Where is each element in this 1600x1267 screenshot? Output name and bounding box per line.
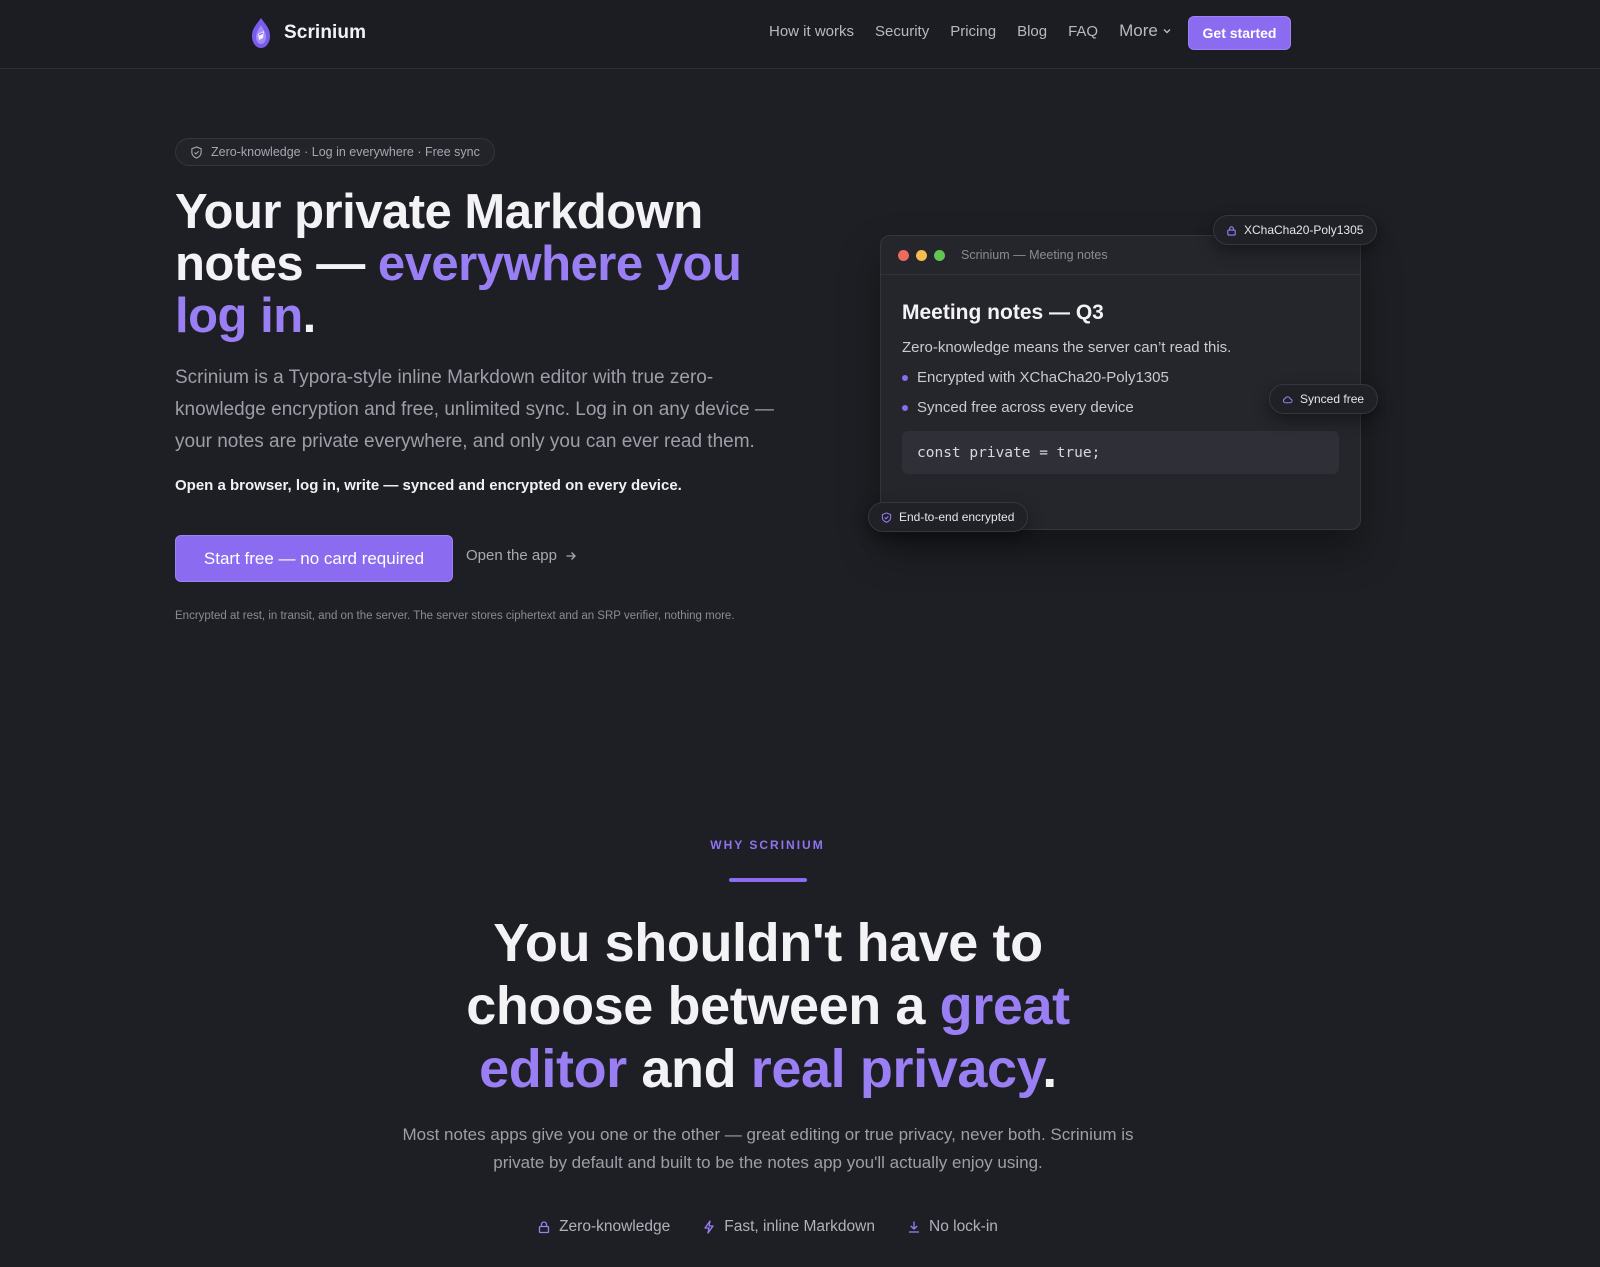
lock-icon [1227, 225, 1236, 236]
synced-badge-label: Synced free [1300, 392, 1365, 406]
cipher-badge: XChaCha20-Poly1305 [1213, 215, 1378, 245]
start-free-button[interactable]: Start free — no card required [175, 535, 453, 582]
feature-zero-knowledge: Zero-knowledge [537, 1218, 670, 1236]
feature-label: No lock-in [929, 1218, 998, 1235]
editor-preview-card: Scrinium — Meeting notes Meeting notes —… [880, 235, 1361, 530]
note-paragraph: Zero-knowledge means the server can’t re… [902, 339, 1232, 356]
window-close-dot [898, 249, 909, 261]
note-heading: Meeting notes — Q3 [902, 301, 1104, 324]
shield-check-icon [191, 145, 202, 159]
why-title-end: . [1042, 1039, 1057, 1099]
hero-description: Scrinium is a Typora-style inline Markdo… [175, 367, 774, 452]
hero-tagline: Open a browser, log in, write — synced a… [175, 477, 682, 494]
top-navigation-bar: Scrinium How it works Security Pricing B… [0, 0, 1600, 69]
download-icon [909, 1221, 919, 1233]
hero-title: Your private Markdown notes — everywhere… [175, 186, 795, 342]
chevron-down-icon [1163, 29, 1171, 34]
feature-label: Fast, inline Markdown [724, 1218, 875, 1235]
why-title: You shouldn't have to choose between a g… [410, 912, 1126, 1101]
section-eyebrow: WHY SCRINIUM [710, 838, 825, 852]
open-app-link[interactable]: Open the app [466, 547, 577, 564]
window-title: Scrinium — Meeting notes [961, 248, 1108, 262]
nav-how-it-works[interactable]: How it works [769, 23, 854, 40]
why-title-accent2: real privacy [750, 1039, 1043, 1099]
main-nav: How it works Security Pricing Blog FAQ M… [769, 21, 1172, 41]
why-description: Most notes apps give you one or the othe… [402, 1125, 1134, 1172]
shield-check-icon [881, 511, 892, 523]
open-app-label: Open the app [466, 547, 557, 564]
note-bullet-text: Encrypted with XChaCha20-Poly1305 [917, 369, 1169, 386]
hero-title-end: . [302, 289, 317, 343]
get-started-button[interactable]: Get started [1188, 16, 1291, 50]
note-bullet: Encrypted with XChaCha20-Poly1305 [902, 369, 1169, 386]
why-title-part2: and [626, 1039, 751, 1099]
e2e-badge: End-to-end encrypted [868, 502, 1029, 532]
bullet-dot [902, 374, 908, 381]
lock-icon [538, 1221, 550, 1234]
nav-blog[interactable]: Blog [1017, 23, 1047, 40]
feature-label: Zero-knowledge [559, 1218, 671, 1235]
brand-name: Scrinium [284, 22, 367, 43]
feature-inline-markdown: Fast, inline Markdown [702, 1218, 875, 1236]
arrow-right-icon [566, 551, 576, 560]
nav-faq[interactable]: FAQ [1068, 23, 1098, 40]
hero-fine-print: Encrypted at rest, in transit, and on th… [175, 610, 735, 622]
eyebrow-underline [729, 878, 807, 882]
cloud-icon [1282, 395, 1293, 403]
note-code-block: const private = true; [902, 431, 1339, 474]
cipher-badge-label: XChaCha20-Poly1305 [1244, 223, 1364, 237]
e2e-badge-label: End-to-end encrypted [899, 510, 1015, 524]
brand[interactable]: Scrinium [250, 17, 366, 49]
bolt-icon [704, 1220, 714, 1234]
hero-feature-pill: Zero-knowledge · Log in everywhere · Fre… [175, 138, 495, 166]
bullet-dot [902, 404, 908, 411]
window-minimize-dot [916, 249, 927, 261]
feature-list: Zero-knowledge Fast, inline Markdown No … [0, 1218, 1535, 1236]
synced-badge: Synced free [1269, 384, 1379, 414]
window-maximize-dot [934, 249, 945, 261]
note-bullet-text: Synced free across every device [917, 399, 1134, 416]
scroll-flame-logo-icon [252, 18, 270, 48]
nav-more-label: More [1119, 21, 1158, 40]
hero-pill-text: Zero-knowledge · Log in everywhere · Fre… [211, 145, 480, 159]
nav-more-dropdown[interactable]: More [1119, 21, 1172, 41]
nav-pricing[interactable]: Pricing [950, 23, 996, 40]
nav-security[interactable]: Security [875, 23, 929, 40]
note-bullet: Synced free across every device [902, 399, 1134, 416]
feature-no-lock-in: No lock-in [907, 1218, 998, 1236]
